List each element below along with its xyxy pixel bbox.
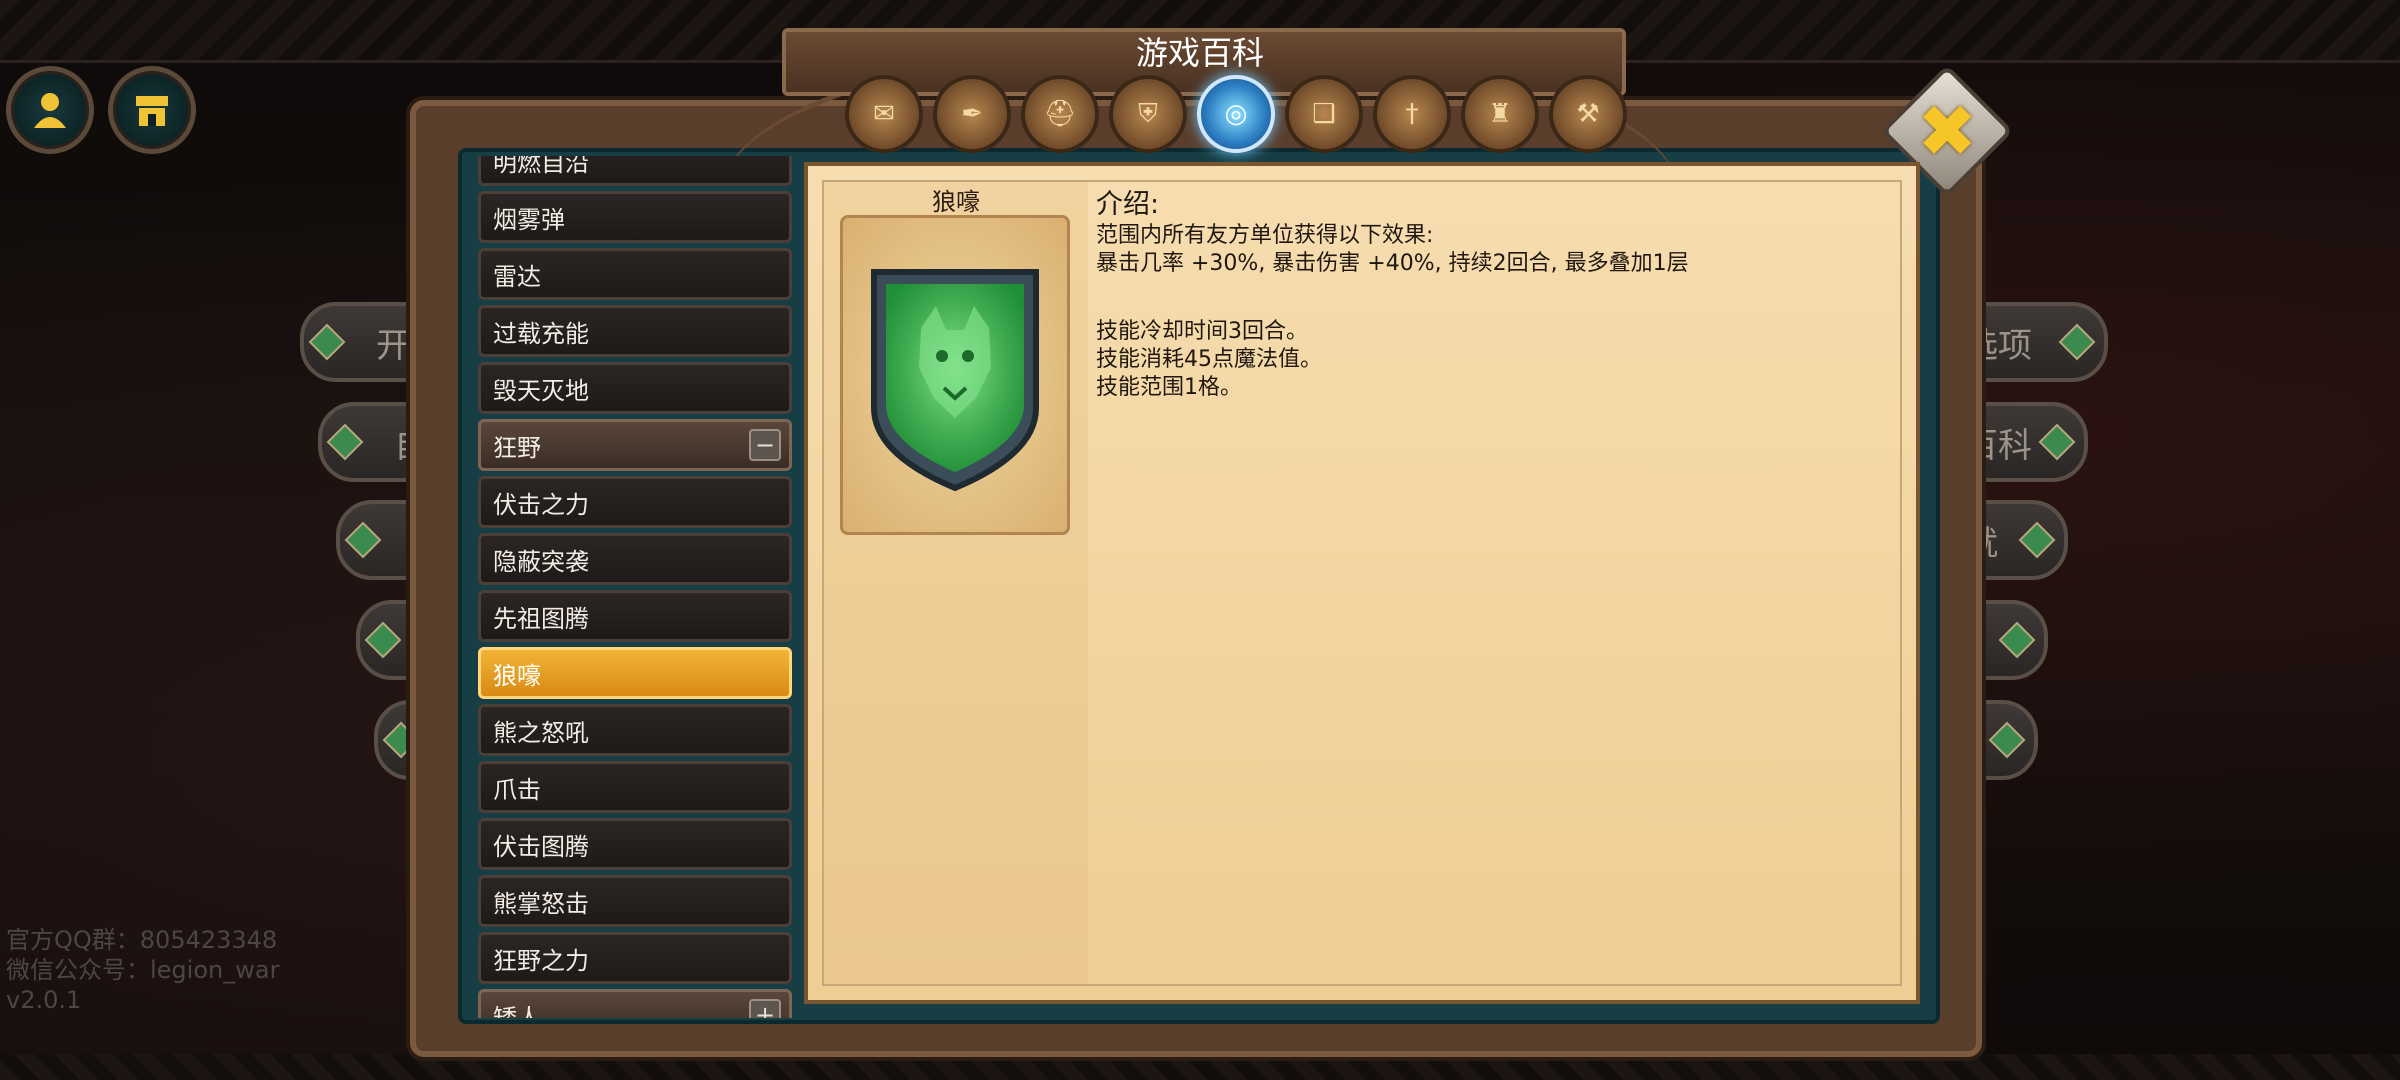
bottom-border [0,1054,2400,1080]
helmet-icon: ⛑ [1043,99,1077,129]
intro-title: 介绍: [1096,189,1160,220]
gem-icon [2018,521,2056,559]
list-item[interactable]: 先祖图腾 [478,590,792,642]
warrior-icon: ♜ [1488,99,1512,129]
category-tabs: ✉ ✒ ⛑ ⛨ ◎ ❑ † ♜ ⚒ [845,75,1627,153]
list-item[interactable]: 烟雾弹 [478,191,792,243]
list-item-label: 矮人 [493,1003,541,1019]
list-item-label: 狂野之力 [493,946,589,975]
category-tab-sword-icon[interactable]: † [1373,75,1451,153]
list-item[interactable]: 狼嚎 [478,647,792,699]
sword-icon: † [1405,99,1419,129]
list-item-label: 伏击之力 [493,490,589,519]
gem-icon [1988,721,2026,759]
gem-icon [344,521,382,559]
list-item-label: 隐蔽突袭 [493,547,589,576]
profile-button[interactable] [6,66,94,154]
cooldown-text: 技能冷却时间3回合。 [1096,319,1308,344]
wolf-shield-icon [871,269,1039,492]
list-item[interactable]: 伏击之力 [478,476,792,528]
cost-text: 技能消耗45点魔法值。 [1096,347,1322,372]
intro-line-2: 暴击几率 +30%, 暴击伤害 +40%, 持续2回合, 最多叠加1层 [1096,251,1689,276]
qq-group-text: 官方QQ群：805423348 [6,926,278,954]
gem-icon [308,323,346,361]
list-item-label: 狂野 [493,433,541,462]
list-item-label: 毁天灭地 [493,376,589,405]
list-item[interactable]: 雷达 [478,248,792,300]
magic-swirl-icon: ◎ [1224,99,1248,129]
list-item[interactable]: 过载充能 [478,305,792,357]
wechat-text: 微信公众号：legion_war [6,956,280,984]
list-item[interactable]: 熊掌怒击 [478,875,792,927]
list-item[interactable]: 明燃自沿 [478,156,792,186]
list-item[interactable]: 毁天灭地 [478,362,792,414]
intro-line-1: 范围内所有友方单位获得以下效果: [1096,223,1434,248]
armor-icon: ⛨ [1138,98,1158,129]
person-icon [34,93,66,128]
version-text: v2.0.1 [6,986,82,1014]
category-tab-helmet-icon[interactable]: ⛑ [1021,75,1099,153]
close-icon: ✖ [1916,88,1978,173]
scroll-icon: ✉ [873,99,895,129]
skill-name: 狼嚎 [932,188,980,216]
list-item-label: 明燃自沿 [493,156,589,177]
hammer-icon: ⚒ [1576,99,1600,129]
category-tab-spellbook-icon[interactable]: ❑ [1285,75,1363,153]
page-title: 游戏百科 [1135,34,1264,72]
category-tab-hammer-icon[interactable]: ⚒ [1549,75,1627,153]
list-item-label: 伏击图腾 [493,832,589,861]
list-item-label: 过载充能 [493,319,589,348]
list-item-label: 狼嚎 [493,661,541,690]
list-group-header[interactable]: 矮人 + [478,989,792,1018]
list-item-label: 爪击 [493,775,541,804]
list-item[interactable]: 爪击 [478,761,792,813]
category-tab-warrior-icon[interactable]: ♜ [1461,75,1539,153]
category-tab-scroll-icon[interactable]: ✉ [845,75,923,153]
list-item-label: 雷达 [493,262,541,291]
list-item-label: 先祖图腾 [493,604,589,633]
list-item-label: 熊之怒吼 [493,718,589,747]
category-tab-magic-swirl-icon[interactable]: ◎ [1197,75,1275,153]
gem-icon [364,621,402,659]
shop-button[interactable] [108,66,196,154]
skill-description: 介绍: 范围内所有友方单位获得以下效果: 暴击几率 +30%, 暴击伤害 +40… [1096,188,1896,402]
category-tab-feather-icon[interactable]: ✒ [933,75,1011,153]
list-group-header[interactable]: 狂野 − [478,419,792,471]
feather-icon: ✒ [961,99,983,129]
gem-icon [2038,423,2076,461]
list-item-label: 熊掌怒击 [493,889,589,918]
gem-icon [326,423,364,461]
skill-list[interactable]: 明燃自沿烟雾弹雷达过载充能毁天灭地狂野 − 伏击之力隐蔽突袭先祖图腾狼嚎熊之怒吼爪击… [478,156,792,1018]
watermark: 官方QQ群：805423348 微信公众号：legion_war v2.0.1 [6,925,279,1015]
spellbook-icon: ❑ [1312,99,1336,129]
list-item[interactable]: 隐蔽突袭 [478,533,792,585]
list-item[interactable]: 狂野之力 [478,932,792,984]
range-text: 技能范围1格。 [1096,375,1242,400]
list-item[interactable]: 熊之怒吼 [478,704,792,756]
gem-icon [2058,323,2096,361]
list-item[interactable]: 伏击图腾 [478,818,792,870]
category-tab-armor-icon[interactable]: ⛨ [1109,75,1187,153]
collapse-icon[interactable]: − [749,429,781,461]
list-item-label: 烟雾弹 [493,205,565,234]
shop-icon [136,96,168,126]
gem-icon [1998,621,2036,659]
expand-icon[interactable]: + [749,999,781,1018]
